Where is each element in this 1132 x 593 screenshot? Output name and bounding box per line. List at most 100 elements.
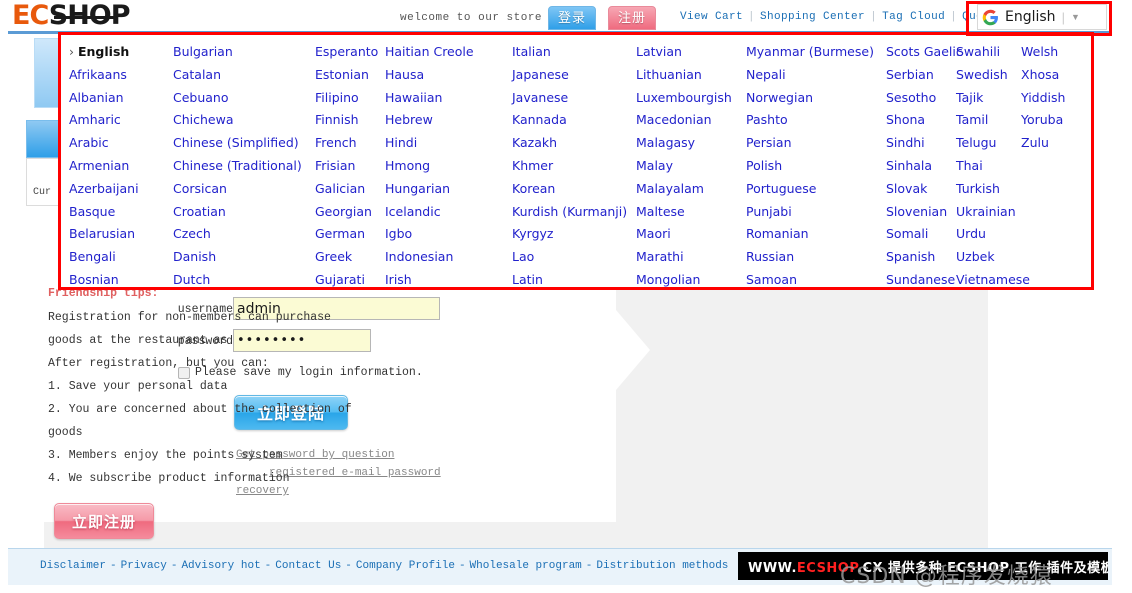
language-option-swahili[interactable]: Swahili — [956, 41, 1021, 64]
language-option-georgian[interactable]: Georgian — [315, 201, 385, 224]
language-option-welsh[interactable]: Welsh — [1021, 41, 1091, 64]
language-option-greek[interactable]: Greek — [315, 246, 385, 269]
language-option-yiddish[interactable]: Yiddish — [1021, 87, 1091, 110]
language-option-somali[interactable]: Somali — [886, 223, 956, 246]
language-option-indonesian[interactable]: Indonesian — [385, 246, 512, 269]
language-option-hebrew[interactable]: Hebrew — [385, 109, 512, 132]
nav-link-tag-cloud[interactable]: Tag Cloud — [882, 11, 945, 23]
language-option-malayalam[interactable]: Malayalam — [636, 178, 746, 201]
language-option-dutch[interactable]: Dutch — [173, 269, 315, 287]
language-option-polish[interactable]: Polish — [746, 155, 886, 178]
language-option-english[interactable]: English — [69, 41, 173, 64]
language-option-russian[interactable]: Russian — [746, 246, 886, 269]
language-option-malay[interactable]: Malay — [636, 155, 746, 178]
language-option-ukrainian[interactable]: Ukrainian — [956, 201, 1021, 224]
language-option-hungarian[interactable]: Hungarian — [385, 178, 512, 201]
language-option-latvian[interactable]: Latvian — [636, 41, 746, 64]
language-option-galician[interactable]: Galician — [315, 178, 385, 201]
language-option-serbian[interactable]: Serbian — [886, 64, 956, 87]
language-option-yoruba[interactable]: Yoruba — [1021, 109, 1091, 132]
language-option-maori[interactable]: Maori — [636, 223, 746, 246]
password-input[interactable]: •••••••• — [233, 329, 371, 352]
language-option-myanmar-burmese[interactable]: Myanmar (Burmese) — [746, 41, 886, 64]
language-option-lao[interactable]: Lao — [512, 246, 636, 269]
language-option-azerbaijani[interactable]: Azerbaijani — [69, 178, 173, 201]
language-option-shona[interactable]: Shona — [886, 109, 956, 132]
language-option-amharic[interactable]: Amharic — [69, 109, 173, 132]
language-option-kyrgyz[interactable]: Kyrgyz — [512, 223, 636, 246]
language-option-chichewa[interactable]: Chichewa — [173, 109, 315, 132]
language-option-cebuano[interactable]: Cebuano — [173, 87, 315, 110]
language-option-sinhala[interactable]: Sinhala — [886, 155, 956, 178]
language-option-danish[interactable]: Danish — [173, 246, 315, 269]
language-option-hmong[interactable]: Hmong — [385, 155, 512, 178]
language-option-portuguese[interactable]: Portuguese — [746, 178, 886, 201]
language-option-filipino[interactable]: Filipino — [315, 87, 385, 110]
language-option-scots-gaelic[interactable]: Scots Gaelic — [886, 41, 963, 64]
language-option-romanian[interactable]: Romanian — [746, 223, 886, 246]
language-option-icelandic[interactable]: Icelandic — [385, 201, 512, 224]
footer-link-company-profile[interactable]: Company Profile — [356, 560, 455, 572]
language-option-kannada[interactable]: Kannada — [512, 109, 636, 132]
language-option-xhosa[interactable]: Xhosa — [1021, 64, 1091, 87]
language-option-arabic[interactable]: Arabic — [69, 132, 173, 155]
tab-login[interactable]: 登录 — [548, 6, 596, 30]
language-option-frisian[interactable]: Frisian — [315, 155, 385, 178]
footer-link-contact-us[interactable]: Contact Us — [275, 560, 341, 572]
language-dropdown-panel[interactable]: EnglishAfrikaansAlbanianAmharicArabicArm… — [58, 32, 1094, 290]
language-option-turkish[interactable]: Turkish — [956, 178, 1021, 201]
language-option-hawaiian[interactable]: Hawaiian — [385, 87, 512, 110]
footer-link-disclaimer[interactable]: Disclaimer — [40, 560, 106, 572]
language-option-czech[interactable]: Czech — [173, 223, 315, 246]
language-option-esperanto[interactable]: Esperanto — [315, 41, 385, 64]
language-option-sundanese[interactable]: Sundanese — [886, 269, 956, 287]
language-option-catalan[interactable]: Catalan — [173, 64, 315, 87]
language-option-afrikaans[interactable]: Afrikaans — [69, 64, 173, 87]
language-option-bengali[interactable]: Bengali — [69, 246, 173, 269]
language-option-tajik[interactable]: Tajik — [956, 87, 1021, 110]
language-option-telugu[interactable]: Telugu — [956, 132, 1021, 155]
language-option-german[interactable]: German — [315, 223, 385, 246]
language-option-marathi[interactable]: Marathi — [636, 246, 746, 269]
language-option-kurdish-kurmanji[interactable]: Kurdish (Kurmanji) — [512, 201, 636, 224]
language-option-igbo[interactable]: Igbo — [385, 223, 512, 246]
footer-link-advisory-hot[interactable]: Advisory hot — [181, 560, 260, 572]
language-option-norwegian[interactable]: Norwegian — [746, 87, 886, 110]
language-option-bosnian[interactable]: Bosnian — [69, 269, 173, 287]
language-option-belarusian[interactable]: Belarusian — [69, 223, 173, 246]
language-option-corsican[interactable]: Corsican — [173, 178, 315, 201]
language-option-khmer[interactable]: Khmer — [512, 155, 636, 178]
language-option-slovak[interactable]: Slovak — [886, 178, 956, 201]
language-option-chinese-simplified[interactable]: Chinese (Simplified) — [173, 132, 315, 155]
language-option-estonian[interactable]: Estonian — [315, 64, 385, 87]
help-link-email-recovery[interactable]: registered e-mail password — [269, 467, 441, 479]
footer-link-privacy[interactable]: Privacy — [121, 560, 167, 572]
language-option-basque[interactable]: Basque — [69, 201, 173, 224]
footer-link-distribution-methods[interactable]: Distribution methods — [596, 560, 728, 572]
nav-link-view-cart[interactable]: View Cart — [680, 11, 743, 23]
language-option-hausa[interactable]: Hausa — [385, 64, 512, 87]
language-option-malagasy[interactable]: Malagasy — [636, 132, 746, 155]
nav-link-shopping-center[interactable]: Shopping Center — [760, 11, 865, 23]
language-option-sindhi[interactable]: Sindhi — [886, 132, 956, 155]
register-button[interactable]: 立即注册 — [54, 503, 154, 539]
language-option-spanish[interactable]: Spanish — [886, 246, 956, 269]
language-option-japanese[interactable]: Japanese — [512, 64, 636, 87]
language-option-italian[interactable]: Italian — [512, 41, 636, 64]
language-option-french[interactable]: French — [315, 132, 385, 155]
language-option-haitian-creole[interactable]: Haitian Creole — [385, 41, 512, 64]
language-option-lithuanian[interactable]: Lithuanian — [636, 64, 746, 87]
language-option-armenian[interactable]: Armenian — [69, 155, 173, 178]
language-option-korean[interactable]: Korean — [512, 178, 636, 201]
language-option-macedonian[interactable]: Macedonian — [636, 109, 746, 132]
tab-register[interactable]: 注册 — [608, 6, 656, 30]
language-option-bulgarian[interactable]: Bulgarian — [173, 41, 315, 64]
language-option-tamil[interactable]: Tamil — [956, 109, 1021, 132]
language-option-latin[interactable]: Latin — [512, 269, 636, 287]
language-option-croatian[interactable]: Croatian — [173, 201, 315, 224]
language-option-javanese[interactable]: Javanese — [512, 87, 636, 110]
language-option-albanian[interactable]: Albanian — [69, 87, 173, 110]
language-option-kazakh[interactable]: Kazakh — [512, 132, 636, 155]
site-logo[interactable]: ECSHOP — [12, 1, 131, 31]
language-option-finnish[interactable]: Finnish — [315, 109, 385, 132]
